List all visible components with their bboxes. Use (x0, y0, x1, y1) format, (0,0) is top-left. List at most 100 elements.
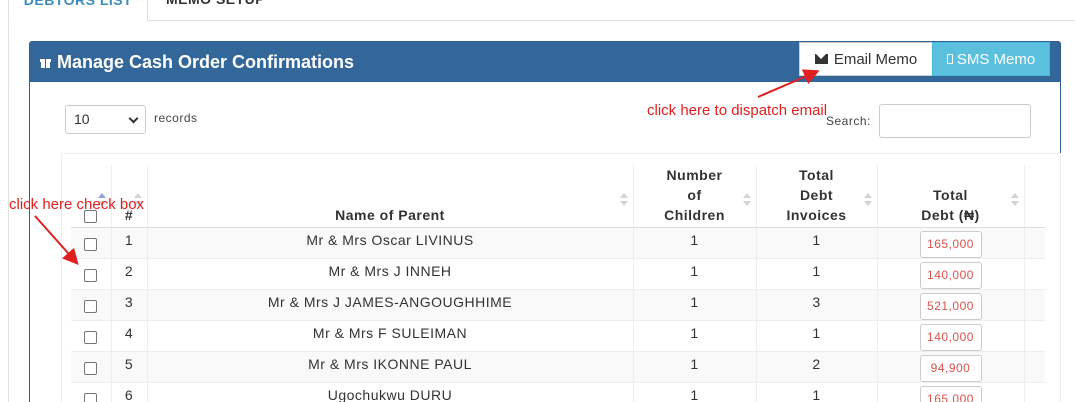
row-total-debt-button[interactable]: 94,900 (919, 355, 982, 382)
row-index: 6 (111, 382, 148, 402)
row-parent-name: Mr & Mrs J JAMES-ANGOUGHHIME (147, 289, 634, 321)
table-row: 5 Mr & Mrs IKONNE PAUL 1 2 94,900 (71, 351, 1045, 383)
row-checkbox[interactable] (84, 268, 98, 282)
row-checkbox[interactable] (84, 237, 98, 251)
row-spacer (1024, 382, 1045, 402)
row-total-debt-button[interactable]: 140,000 (919, 262, 982, 289)
row-total-debt-cell: 521,000 (877, 289, 1025, 321)
row-select-cell (71, 258, 112, 290)
table-row: 3 Mr & Mrs J JAMES-ANGOUGHHIME 1 3 521,0… (71, 289, 1045, 321)
row-total-debt-button[interactable]: 140,000 (919, 324, 982, 351)
row-index: 2 (111, 258, 148, 290)
row-select-cell (71, 382, 112, 402)
panel-title-text: Manage Cash Order Confirmations (57, 52, 355, 72)
row-debt-invoices: 1 (756, 320, 878, 352)
col-debt-invoices-line2: Debt (799, 187, 834, 203)
row-parent-name: Mr & Mrs F SULEIMAN (147, 320, 634, 352)
col-num-children-line2: of (687, 187, 702, 203)
row-total-debt-button[interactable]: 165,000 (919, 386, 982, 402)
tab-bar: DEBTORS LIST MEMO SETUP (8, 0, 1075, 21)
col-total-debt-line1: Total (933, 187, 968, 203)
row-num-children: 1 (633, 227, 757, 259)
row-spacer (1024, 227, 1045, 259)
mobile-icon (946, 54, 953, 64)
row-debt-invoices: 1 (756, 258, 878, 290)
sort-icon (1010, 193, 1019, 207)
table-row: 4 Mr & Mrs F SULEIMAN 1 1 140,000 (71, 320, 1045, 352)
row-index: 3 (111, 289, 148, 321)
row-debt-invoices: 1 (756, 382, 878, 402)
row-total-debt-cell: 165,000 (877, 382, 1025, 402)
row-debt-invoices: 2 (756, 351, 878, 383)
tab-debtors-list[interactable]: DEBTORS LIST (8, 0, 148, 21)
row-num-children: 1 (633, 382, 757, 402)
row-parent-name: Ugochukwu DURU (147, 382, 634, 402)
row-num-children: 1 (633, 320, 757, 352)
search-label: Search: (826, 114, 871, 128)
envelope-icon (814, 54, 828, 64)
sort-icon (742, 193, 751, 207)
chevron-down-icon (128, 113, 139, 124)
gift-icon (40, 57, 51, 68)
row-checkbox[interactable] (84, 299, 98, 313)
row-select-cell (71, 227, 112, 259)
col-num-children-line3: Children (664, 207, 725, 223)
row-checkbox[interactable] (84, 392, 98, 402)
row-index: 4 (111, 320, 148, 352)
sort-icon (619, 193, 628, 207)
row-index: 5 (111, 351, 148, 383)
row-spacer (1024, 289, 1045, 321)
col-total-debt-line2: Debt (₦) (921, 207, 980, 223)
row-checkbox[interactable] (84, 330, 98, 344)
row-total-debt-button[interactable]: 521,000 (919, 293, 982, 320)
col-spacer (1024, 165, 1045, 228)
row-select-cell (71, 320, 112, 352)
col-parent-name[interactable]: Name of Parent (147, 165, 634, 228)
row-spacer (1024, 320, 1045, 352)
checkbox-hint-annotation: click here check box (9, 196, 145, 213)
sort-icon (863, 193, 872, 207)
cash-order-panel: Manage Cash Order Confirmations Email Me… (29, 41, 1061, 402)
col-debt-invoices-line1: Total (799, 167, 834, 183)
row-spacer (1024, 258, 1045, 290)
debtors-table: # Name of Parent Number of Children Tota… (71, 165, 1045, 402)
row-total-debt-cell: 94,900 (877, 351, 1025, 383)
search-input[interactable] (879, 104, 1031, 138)
debtors-table-wrapper: # Name of Parent Number of Children Tota… (61, 153, 1061, 402)
email-memo-label: Email Memo (833, 50, 918, 68)
col-parent-name-label: Name of Parent (335, 207, 445, 223)
row-num-children: 1 (633, 258, 757, 290)
row-num-children: 1 (633, 351, 757, 383)
row-spacer (1024, 351, 1045, 383)
email-hint-annotation: click here to dispatch email (647, 102, 828, 119)
table-row: 1 Mr & Mrs Oscar LIVINUS 1 1 165,000 (71, 227, 1045, 259)
row-select-cell (71, 351, 112, 383)
row-debt-invoices: 1 (756, 227, 878, 259)
row-total-debt-cell: 140,000 (877, 320, 1025, 352)
col-debt-invoices-line3: Invoices (786, 207, 847, 223)
row-checkbox[interactable] (84, 361, 98, 375)
sms-memo-button[interactable]: SMS Memo (932, 42, 1050, 76)
row-debt-invoices: 3 (756, 289, 878, 321)
row-parent-name: Mr & Mrs IKONNE PAUL (147, 351, 634, 383)
tab-memo-setup[interactable]: MEMO SETUP (166, 0, 265, 21)
col-debt-invoices[interactable]: Total Debt Invoices (756, 165, 878, 228)
row-total-debt-cell: 165,000 (877, 227, 1025, 259)
row-parent-name: Mr & Mrs Oscar LIVINUS (147, 227, 634, 259)
row-num-children: 1 (633, 289, 757, 321)
sms-memo-label: SMS Memo (956, 50, 1036, 68)
panel-title: Manage Cash Order Confirmations (40, 52, 354, 73)
table-row: 6 Ugochukwu DURU 1 1 165,000 (71, 382, 1045, 402)
page-length-select[interactable]: 10 (65, 105, 146, 134)
row-select-cell (71, 289, 112, 321)
col-total-debt[interactable]: Total Debt (₦) (877, 165, 1025, 228)
records-label: records (154, 111, 198, 125)
row-total-debt-cell: 140,000 (877, 258, 1025, 290)
page-length-value: 10 (74, 111, 90, 127)
table-row: 2 Mr & Mrs J INNEH 1 1 140,000 (71, 258, 1045, 290)
col-num-children[interactable]: Number of Children (633, 165, 757, 228)
email-memo-button[interactable]: Email Memo (799, 42, 933, 76)
row-parent-name: Mr & Mrs J INNEH (147, 258, 634, 290)
col-num-children-line1: Number (666, 167, 723, 183)
row-total-debt-button[interactable]: 165,000 (919, 231, 982, 258)
